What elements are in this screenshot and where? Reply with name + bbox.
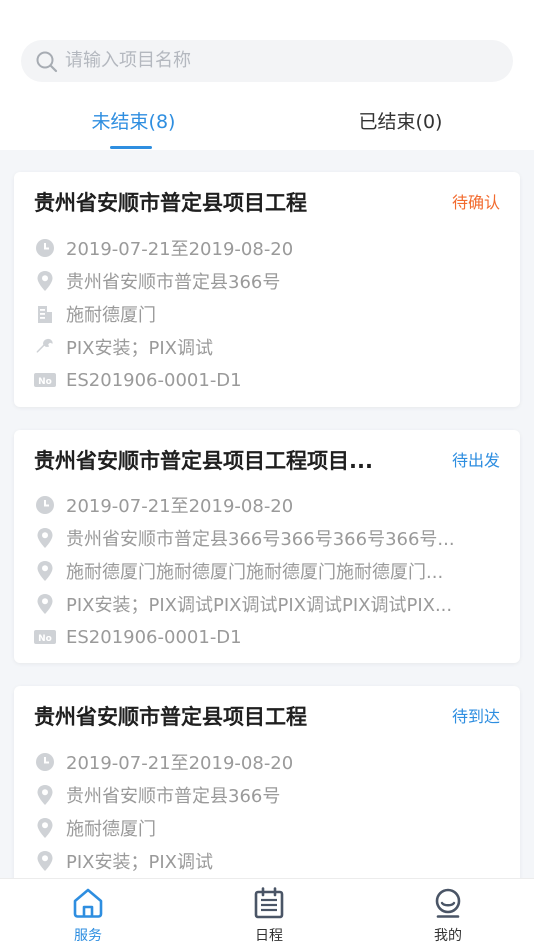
status-badge: 待确认 [451, 193, 500, 212]
svg-text:No: No [38, 634, 52, 644]
service-items: PIX安装；PIX调试PIX调试PIX调试PIX调试PIX... [66, 595, 453, 616]
nav-label-schedule: 日程 [255, 928, 283, 944]
company-name: 施耐德厦门 [66, 819, 156, 840]
company-row: 施耐德厦门施耐德厦门施耐德厦门施耐德厦门... [34, 555, 464, 587]
nav-label-profile: 我的 [434, 928, 462, 944]
company-name: 施耐德厦门 [66, 305, 156, 326]
service-items: PIX安装；PIX调试 [66, 852, 213, 873]
date-range: 2019-07-21至2019-08-20 [66, 496, 294, 517]
company-row: 施耐德厦门 [34, 812, 464, 844]
service-row: PIX安装；PIX调试 [34, 845, 464, 877]
company-row: 施耐德厦门 [34, 298, 464, 330]
service-row: PIX安装；PIX调试PIX调试PIX调试PIX调试PIX... [34, 588, 464, 620]
location-pin-icon [34, 560, 56, 582]
status-badge: 待出发 [451, 451, 500, 470]
nav-item-service[interactable]: 服务 [48, 887, 128, 945]
address-row: 贵州省安顺市普定县366号 [34, 779, 464, 811]
project-address: 贵州省安顺市普定县366号 [66, 786, 281, 807]
location-pin-icon [34, 270, 56, 292]
project-title: 贵州省安顺市普定县项目工程 [34, 191, 307, 215]
home-icon [73, 888, 103, 918]
date-range: 2019-07-21至2019-08-20 [66, 753, 294, 774]
company-name: 施耐德厦门施耐德厦门施耐德厦门施耐德厦门... [66, 562, 444, 583]
address-row: 贵州省安顺市普定县366号366号366号366号... [34, 522, 464, 554]
project-title: 贵州省安顺市普定县项目工程 [34, 705, 307, 729]
svg-text:No: No [38, 377, 52, 387]
location-pin-icon [34, 850, 56, 872]
address-row: 贵州省安顺市普定县366号 [34, 265, 464, 297]
tab-finished[interactable]: 已结束(0) [267, 100, 534, 150]
nav-label-service: 服务 [74, 928, 102, 944]
project-number: ES201906-0001-D1 [66, 369, 242, 391]
nav-item-schedule[interactable]: 日程 [229, 887, 309, 945]
user-icon [435, 888, 461, 918]
project-address: 贵州省安顺市普定县366号366号366号366号... [66, 529, 455, 550]
project-card[interactable]: 贵州省安顺市普定县项目工程项目... 待出发 2019-07-21至2019-0… [14, 430, 520, 663]
date-row: 2019-07-21至2019-08-20 [34, 746, 464, 778]
search-bar[interactable]: 请输入项目名称 [21, 40, 513, 82]
number-badge-icon: No [34, 626, 56, 648]
location-pin-icon [34, 527, 56, 549]
header-area: 请输入项目名称 未结束(8) 已结束(0) [0, 0, 534, 150]
date-range: 2019-07-21至2019-08-20 [66, 239, 294, 260]
service-items: PIX安装；PIX调试 [66, 338, 213, 359]
wrench-icon [34, 336, 56, 358]
project-address: 贵州省安顺市普定县366号 [66, 272, 281, 293]
building-icon [34, 303, 56, 325]
clock-icon [34, 494, 56, 516]
date-row: 2019-07-21至2019-08-20 [34, 489, 464, 521]
number-badge-icon: No [34, 369, 56, 391]
date-row: 2019-07-21至2019-08-20 [34, 232, 464, 264]
project-number: ES201906-0001-D1 [66, 626, 242, 648]
bottom-nav: 服务 日程 我的 [0, 878, 534, 950]
service-row: PIX安装；PIX调试 [34, 331, 464, 363]
nav-item-profile[interactable]: 我的 [408, 887, 488, 945]
status-tabs: 未结束(8) 已结束(0) [0, 100, 534, 150]
calendar-icon [254, 887, 284, 919]
number-row: No ES201906-0001-D1 [34, 621, 464, 653]
clock-icon [34, 237, 56, 259]
number-row: No ES201906-0001-D1 [34, 364, 464, 396]
tab-unfinished[interactable]: 未结束(8) [0, 100, 267, 150]
search-icon [36, 51, 58, 73]
active-tab-indicator [110, 146, 152, 149]
status-badge: 待到达 [451, 707, 500, 726]
location-pin-icon [34, 784, 56, 806]
location-pin-icon [34, 593, 56, 615]
search-input[interactable]: 请输入项目名称 [65, 40, 191, 82]
project-title: 贵州省安顺市普定县项目工程项目... [34, 449, 373, 473]
clock-icon [34, 751, 56, 773]
location-pin-icon [34, 817, 56, 839]
project-card[interactable]: 贵州省安顺市普定县项目工程 待确认 2019-07-21至2019-08-20 … [14, 172, 520, 407]
